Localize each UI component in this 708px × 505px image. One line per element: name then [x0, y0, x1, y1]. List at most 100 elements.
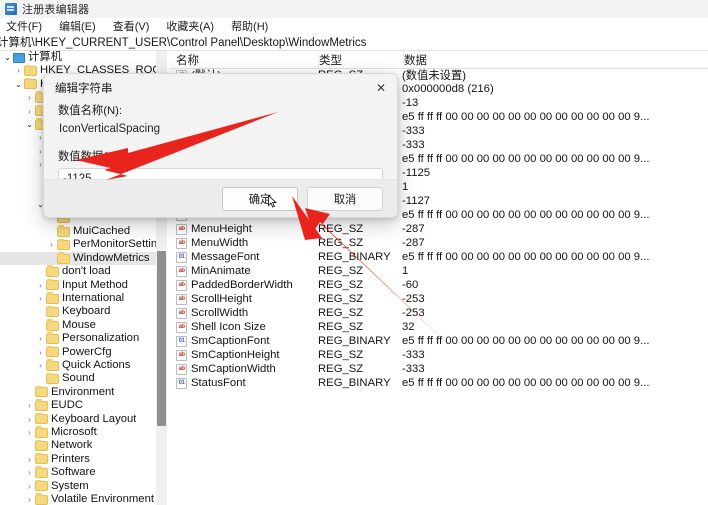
chevron-right-icon[interactable]: ›: [35, 346, 46, 359]
chevron-down-icon[interactable]: ⌄: [2, 51, 13, 64]
table-row[interactable]: abSmCaptionWidthREG_SZ-333: [170, 362, 708, 376]
dialog-footer: 确定 取消: [44, 179, 397, 217]
tree-item-label: 计算机: [28, 51, 62, 64]
cell-name-text: SmCaptionWidth: [191, 363, 276, 375]
tree-item[interactable]: ›Input Method: [0, 279, 156, 292]
menu-item-edit[interactable]: 编辑(E): [59, 18, 105, 34]
cell-name-text: MinAnimate: [191, 265, 251, 277]
chevron-down-icon[interactable]: ⌄: [13, 78, 24, 91]
tree-item[interactable]: ⌄ 计算机: [0, 51, 156, 64]
tree-item[interactable]: › Keyboard Layout: [0, 413, 156, 426]
folder-icon: [46, 321, 59, 331]
table-row[interactable]: abMenuWidthREG_SZ-287: [170, 236, 708, 250]
cell-data: -60: [402, 279, 708, 291]
chevron-right-icon[interactable]: ›: [35, 332, 46, 345]
chevron-right-icon[interactable]: ›: [24, 399, 35, 412]
chevron-right-icon[interactable]: ›: [24, 105, 35, 118]
tree-item[interactable]: ›Microsoft: [0, 426, 156, 439]
ok-button[interactable]: 确定: [222, 187, 298, 211]
cell-data: (数值未设置): [402, 67, 708, 83]
tree-item-label: Environment: [51, 386, 114, 399]
tree-item-label: EUDC: [51, 399, 83, 412]
address-bar[interactable]: 计算机\HKEY_CURRENT_USER\Control Panel\Desk…: [0, 34, 708, 51]
tree-item[interactable]: ›PowerCfg: [0, 346, 156, 359]
tree-item[interactable]: ›Printers: [0, 453, 156, 466]
cell-name: abMinAnimate: [170, 265, 318, 277]
tree-item[interactable]: Network: [0, 439, 156, 452]
chevron-right-icon[interactable]: ›: [35, 292, 46, 305]
tree-item-label: Sound: [62, 372, 95, 385]
menu-item-help[interactable]: 帮助(H): [231, 18, 277, 34]
close-icon[interactable]: ✕: [365, 74, 397, 102]
table-row[interactable]: 01StatusFontREG_BINARYe5 ff ff ff 00 00 …: [170, 376, 708, 390]
chevron-right-icon[interactable]: ›: [24, 426, 35, 439]
chevron-down-icon[interactable]: ⌄: [24, 118, 35, 131]
menu-item-file[interactable]: 文件(F): [6, 18, 51, 34]
value-name-field[interactable]: IconVerticalSpacing: [58, 120, 383, 139]
menu-item-view[interactable]: 查看(V): [113, 18, 159, 34]
tree-item[interactable]: Keyboard: [0, 305, 156, 318]
folder-icon: [35, 428, 48, 438]
tree-item[interactable]: don't load: [0, 265, 156, 278]
sz-value-icon: ab: [176, 224, 187, 235]
tree-item-label: Mouse: [62, 319, 96, 332]
column-header-name[interactable]: 名称: [170, 52, 318, 68]
chevron-right-icon[interactable]: ›: [24, 413, 35, 426]
chevron-right-icon[interactable]: ›: [24, 493, 35, 505]
tree-item[interactable]: › EUDC: [0, 399, 156, 412]
tree-scrollbar-thumb[interactable]: [157, 251, 166, 426]
chevron-right-icon[interactable]: ›: [35, 279, 46, 292]
tree-item[interactable]: WindowMetrics: [0, 252, 156, 265]
table-row[interactable]: abScrollWidthREG_SZ-253: [170, 306, 708, 320]
table-row[interactable]: abPaddedBorderWidthREG_SZ-60: [170, 278, 708, 292]
table-row[interactable]: 01SmCaptionFontREG_BINARYe5 ff ff ff 00 …: [170, 334, 708, 348]
sz-value-icon: ab: [176, 364, 187, 375]
table-row[interactable]: abMinAnimateREG_SZ1: [170, 264, 708, 278]
menu-item-favorites[interactable]: 收藏夹(A): [166, 18, 223, 34]
table-row[interactable]: abMenuHeightREG_SZ-287: [170, 222, 708, 236]
cell-name-text: ScrollWidth: [191, 307, 248, 319]
chevron-right-icon[interactable]: ›: [24, 453, 35, 466]
table-row[interactable]: abSmCaptionHeightREG_SZ-333: [170, 348, 708, 362]
table-row[interactable]: abScrollHeightREG_SZ-253: [170, 292, 708, 306]
cell-data: e5 ff ff ff 00 00 00 00 00 00 00 00 00 0…: [402, 335, 708, 347]
folder-icon: [24, 79, 37, 89]
tree-item-label: Keyboard Layout: [51, 413, 136, 426]
chevron-right-icon[interactable]: ›: [24, 466, 35, 479]
cancel-button[interactable]: 取消: [307, 187, 383, 211]
cell-name: 01StatusFont: [170, 377, 318, 389]
tree-item[interactable]: › Quick Actions: [0, 359, 156, 372]
chevron-right-icon[interactable]: ›: [24, 480, 35, 493]
tree-item[interactable]: ›International: [0, 292, 156, 305]
cell-name: ab SmCaptionWidth: [170, 363, 318, 375]
tree-item[interactable]: Environment: [0, 386, 156, 399]
tree-item[interactable]: ›Software: [0, 466, 156, 479]
cell-type: REG_SZ: [318, 279, 402, 291]
folder-icon: [57, 240, 70, 250]
column-header-type[interactable]: 类型: [319, 52, 403, 68]
cell-name-text: MessageFont: [191, 251, 259, 263]
cell-name-text: MenuWidth: [191, 237, 248, 249]
cell-data: -1125: [402, 167, 708, 179]
chevron-right-icon[interactable]: ›: [35, 359, 46, 372]
chevron-right-icon[interactable]: ›: [46, 238, 57, 251]
chevron-right-icon[interactable]: ›: [24, 91, 35, 104]
tree-item[interactable]: Mouse: [0, 319, 156, 332]
tree-item[interactable]: ›PerMonitorSettin: [0, 238, 156, 251]
tree-item[interactable]: ›Personalization: [0, 332, 156, 345]
dialog-titlebar[interactable]: 编辑字符串: [44, 74, 397, 102]
tree-item[interactable]: MuiCached: [0, 225, 156, 238]
tree-item[interactable]: Sound: [0, 372, 156, 385]
cell-name-text: ScrollHeight: [191, 293, 252, 305]
folder-icon: [35, 441, 48, 451]
tree-item[interactable]: › System: [0, 480, 156, 493]
tree-item[interactable]: ›Volatile Environment: [0, 493, 156, 505]
column-header-data[interactable]: 数据: [404, 52, 708, 68]
table-row[interactable]: 01MessageFontREG_BINARYe5 ff ff ff 00 00…: [170, 250, 708, 264]
chevron-right-icon[interactable]: ›: [13, 64, 24, 77]
table-row[interactable]: abShell Icon SizeREG_SZ32: [170, 320, 708, 334]
address-path: 计算机\HKEY_CURRENT_USER\Control Panel\Desk…: [0, 34, 366, 50]
tree-item-label: Quick Actions: [62, 359, 130, 372]
folder-icon: [24, 66, 37, 76]
tree-item-label: System: [51, 480, 89, 493]
